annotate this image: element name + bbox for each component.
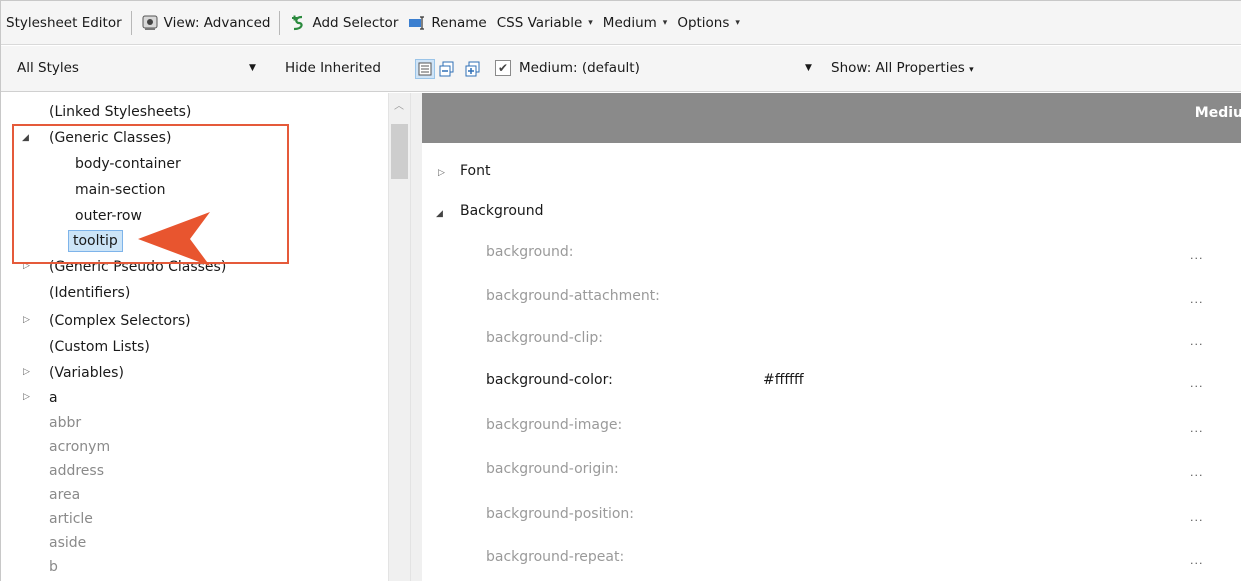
pointer-arrow-icon [138, 212, 210, 266]
property-name[interactable]: background-repeat: [486, 549, 624, 565]
chevron-down-icon[interactable]: ▼ [249, 63, 256, 73]
section-font[interactable]: Font [460, 163, 490, 179]
chevron-down-icon: ▾ [969, 65, 974, 75]
medium-header-label: Mediu [1194, 105, 1241, 121]
hide-inherited-label: Hide Inherited [285, 60, 381, 76]
tree-item-tag[interactable]: acronym [49, 435, 110, 459]
medium-checkbox[interactable]: ✔ [495, 60, 511, 76]
show-properties-label: Show: All Properties [831, 60, 965, 76]
rename-button[interactable]: Rename [403, 1, 491, 44]
expand-all-icon [465, 61, 480, 77]
styles-filter-value: All Styles [17, 60, 79, 76]
property-name[interactable]: background-color: [486, 372, 613, 388]
css-variable-label: CSS Variable [496, 14, 583, 31]
tree-item-tag[interactable]: b [49, 555, 58, 579]
more-options-button[interactable]: ... [1190, 422, 1204, 435]
properties-pane: Mediu ▷ Font ◢ Background background: ..… [422, 93, 1241, 581]
add-selector-button[interactable]: Add Selector [284, 1, 403, 44]
toolbar-separator [279, 10, 281, 35]
pane-splitter[interactable] [410, 93, 422, 581]
tree-item-a[interactable]: a [49, 386, 58, 410]
add-selector-icon [289, 14, 307, 32]
tree-item-tag[interactable]: area [49, 483, 80, 507]
eye-icon [141, 14, 159, 32]
chevron-down-icon: ▾ [588, 17, 593, 28]
chevron-down-icon[interactable]: ▼ [805, 63, 812, 73]
property-value[interactable]: #ffffff [763, 372, 804, 388]
options-label: Options [677, 14, 730, 31]
more-options-button[interactable]: ... [1190, 335, 1204, 348]
collapsed-arrow-icon[interactable]: ▷ [23, 392, 30, 402]
property-name[interactable]: background: [486, 244, 574, 260]
css-variable-menu[interactable]: CSS Variable ▾ [492, 1, 598, 44]
rename-icon [408, 14, 426, 32]
tree-item-tag[interactable]: aside [49, 531, 86, 555]
view-advanced-label: View: Advanced [163, 14, 271, 31]
add-selector-label: Add Selector [312, 14, 399, 31]
medium-select[interactable]: Medium: (default) [519, 60, 640, 76]
more-options-button[interactable]: ... [1190, 249, 1204, 262]
tree-item-custom-lists[interactable]: (Custom Lists) [49, 335, 150, 359]
medium-header: Mediu [422, 93, 1241, 143]
list-view-toggle[interactable] [415, 59, 435, 79]
more-options-button[interactable]: ... [1190, 554, 1204, 567]
show-properties-menu[interactable]: Show: All Properties ▾ [831, 60, 974, 76]
more-options-button[interactable]: ... [1190, 293, 1204, 306]
expanded-arrow-icon[interactable]: ◢ [436, 209, 443, 219]
collapse-all-button[interactable] [437, 59, 457, 79]
medium-label: Medium [602, 14, 657, 31]
styles-filter-select[interactable]: All Styles [17, 60, 79, 76]
scroll-up-icon[interactable]: ︿ [394, 97, 404, 112]
hide-inherited-button[interactable]: Hide Inherited [285, 60, 381, 76]
options-menu[interactable]: Options ▾ [672, 1, 745, 44]
medium-select-value: Medium: (default) [519, 60, 640, 76]
collapsed-arrow-icon[interactable]: ▷ [23, 367, 30, 377]
filter-toolbar: All Styles ▼ Hide Inherited ✔ Medium: (d… [1, 46, 1241, 92]
tree-item-tag[interactable]: abbr [49, 411, 81, 435]
more-options-button[interactable]: ... [1190, 377, 1204, 390]
property-name[interactable]: background-origin: [486, 461, 619, 477]
property-name[interactable]: background-attachment: [486, 288, 660, 304]
tree-scrollbar[interactable]: ︿ [388, 93, 410, 581]
collapsed-arrow-icon[interactable]: ▷ [438, 168, 445, 178]
scrollbar-thumb[interactable] [391, 124, 408, 179]
property-name[interactable]: background-clip: [486, 330, 603, 346]
rename-label: Rename [431, 14, 487, 31]
tree-item-identifiers[interactable]: (Identifiers) [49, 281, 130, 305]
list-view-icon [418, 62, 432, 76]
main-toolbar: Stylesheet Editor View: Advanced Add Sel… [1, 1, 1241, 45]
view-advanced-button[interactable]: View: Advanced [136, 1, 276, 44]
collapse-all-icon [439, 61, 454, 77]
tree-item-variables[interactable]: (Variables) [49, 361, 124, 385]
chevron-down-icon: ▾ [735, 17, 740, 28]
more-options-button[interactable]: ... [1190, 466, 1204, 479]
chevron-down-icon: ▾ [662, 17, 668, 28]
tree-item-tag[interactable]: article [49, 507, 93, 531]
expand-all-button[interactable] [463, 59, 483, 79]
stylesheet-editor-title: Stylesheet Editor [6, 14, 122, 31]
property-name[interactable]: background-image: [486, 417, 622, 433]
section-background[interactable]: Background [460, 203, 544, 219]
toolbar-separator [130, 10, 132, 35]
collapsed-arrow-icon[interactable]: ▷ [23, 315, 30, 325]
medium-menu[interactable]: Medium ▾ [598, 1, 673, 44]
tree-item-complex-selectors[interactable]: (Complex Selectors) [49, 309, 191, 333]
more-options-button[interactable]: ... [1190, 511, 1204, 524]
tree-item-linked-stylesheets[interactable]: (Linked Stylesheets) [49, 100, 191, 124]
tree-item-tag[interactable]: address [49, 459, 104, 483]
property-name[interactable]: background-position: [486, 506, 634, 522]
